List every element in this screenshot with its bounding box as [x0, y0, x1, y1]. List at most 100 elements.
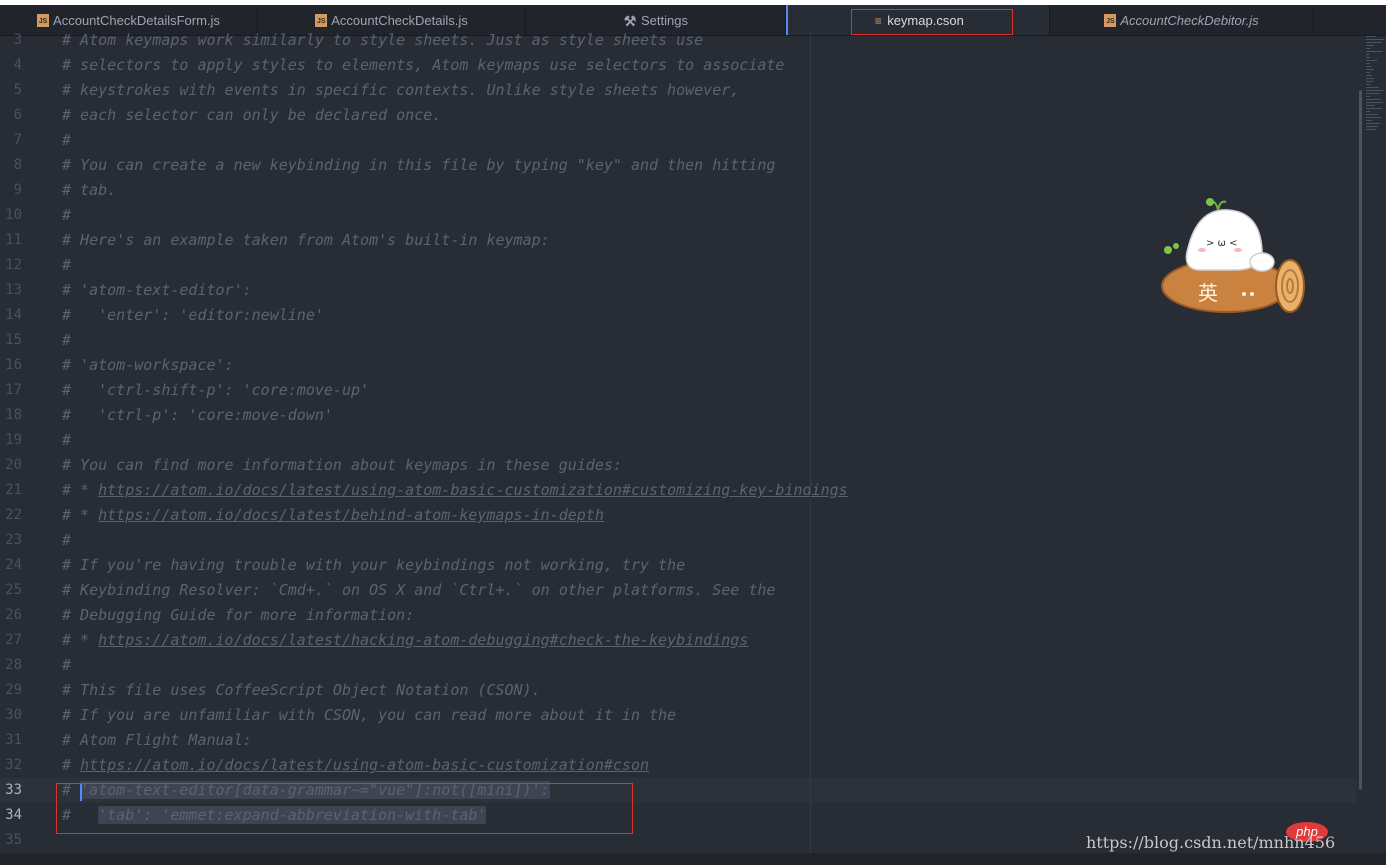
- code-line[interactable]: 28 #: [0, 653, 1356, 678]
- text-cursor: [80, 783, 82, 801]
- text-editor[interactable]: 3 # Atom keymaps work similarly to style …: [0, 31, 1362, 853]
- line-number: 6: [13, 107, 22, 123]
- line-number: 11: [5, 232, 22, 248]
- line-code: # each selector can only be declared onc…: [62, 106, 442, 124]
- line-number: 30: [5, 707, 22, 723]
- line-code: # 'atom-workspace':: [62, 356, 234, 374]
- code-line[interactable]: 25 # Keybinding Resolver: `Cmd+.` on OS X…: [0, 578, 1356, 603]
- line-code: # This file uses CoffeeScript Object Not…: [62, 681, 541, 699]
- status-bar: [0, 853, 1386, 865]
- js-file-icon: JS: [37, 13, 50, 27]
- js-file-icon: JS: [315, 13, 328, 27]
- line-code: #: [62, 531, 72, 549]
- code-line[interactable]: 21 # * https://atom.io/docs/latest/using-…: [0, 478, 1356, 503]
- tab-label: AccountCheckDetails.js: [331, 12, 468, 28]
- tab-label: Settings: [641, 12, 688, 28]
- line-code: # 'enter': 'editor:newline': [62, 306, 324, 324]
- url-link[interactable]: https://atom.io/docs/latest/using-atom-b…: [98, 481, 848, 499]
- code-line[interactable]: 29 # This file uses CoffeeScript Object N…: [0, 678, 1356, 703]
- database-icon: ≡: [874, 13, 882, 28]
- comment-prefix: # *: [62, 481, 99, 499]
- line-code: # You can create a new keybinding in thi…: [62, 156, 776, 174]
- code-line[interactable]: 27 # * https://atom.io/docs/latest/hackin…: [0, 628, 1356, 653]
- watermark: https://blog.csdn.net/mnhn456: [1086, 833, 1336, 852]
- line-number: 27: [5, 632, 22, 648]
- line-number: 5: [13, 82, 22, 98]
- url-link[interactable]: https://atom.io/docs/latest/behind-atom-…: [98, 506, 604, 524]
- line-code: #: [62, 431, 72, 449]
- js-file-icon: JS: [1104, 13, 1117, 27]
- line-number: 4: [13, 57, 22, 73]
- code-line[interactable]: 26 # Debugging Guide for more information…: [0, 603, 1356, 628]
- code-line[interactable]: 17 # 'ctrl-shift-p': 'core:move-up': [0, 378, 1356, 403]
- code-line[interactable]: 30 # If you are unfamiliar with CSON, you…: [0, 703, 1356, 728]
- line-code: # Atom Flight Manual:: [62, 731, 252, 749]
- line-code: # * https://atom.io/docs/latest/hacking-…: [62, 628, 748, 653]
- code-line[interactable]: 19 #: [0, 428, 1356, 453]
- tab-label: AccountCheckDetailsForm.js: [53, 12, 220, 28]
- line-code: # If you're having trouble with your key…: [62, 556, 686, 574]
- comment-prefix: #: [62, 806, 99, 824]
- tab-label: keymap.cson: [887, 12, 964, 28]
- code-line[interactable]: 3 # Atom keymaps work similarly to style …: [0, 31, 1356, 53]
- code-line[interactable]: 22 # * https://atom.io/docs/latest/behind…: [0, 503, 1356, 528]
- code-line[interactable]: 14 # 'enter': 'editor:newline': [0, 303, 1356, 328]
- code-line[interactable]: 5 # keystrokes with events in specific co…: [0, 78, 1356, 103]
- line-number: 15: [5, 332, 22, 348]
- line-number: 31: [5, 732, 22, 748]
- code-line[interactable]: 33 # 'atom-text-editor[data-grammar~="vue…: [0, 778, 1356, 803]
- wrap-guide: [810, 31, 811, 853]
- line-number: 34: [5, 807, 22, 823]
- line-number: 35: [5, 832, 22, 848]
- line-number: 33: [5, 782, 22, 798]
- code-line[interactable]: 6 # each selector can only be declared on…: [0, 103, 1356, 128]
- line-code: # keystrokes with events in specific con…: [62, 81, 740, 99]
- line-number: 17: [5, 382, 22, 398]
- line-number: 28: [5, 657, 22, 673]
- code-line[interactable]: 7 #: [0, 128, 1356, 153]
- code-line[interactable]: 8 # You can create a new keybinding in th…: [0, 153, 1356, 178]
- line-number: 21: [5, 482, 22, 498]
- line-number: 12: [5, 257, 22, 273]
- line-number: 7: [13, 132, 22, 148]
- line-number: 29: [5, 682, 22, 698]
- line-code: # If you are unfamiliar with CSON, you c…: [62, 706, 677, 724]
- code-line[interactable]: 20 # You can find more information about …: [0, 453, 1356, 478]
- code-line[interactable]: 15 #: [0, 328, 1356, 353]
- scrollbar-thumb[interactable]: [1359, 90, 1362, 790]
- code-line[interactable]: 23 #: [0, 528, 1356, 553]
- code-line[interactable]: 31 # Atom Flight Manual:: [0, 728, 1356, 753]
- code-line[interactable]: 32 # https://atom.io/docs/latest/using-at…: [0, 753, 1356, 778]
- comment-prefix: # *: [62, 506, 99, 524]
- code-line[interactable]: 4 # selectors to apply styles to elements…: [0, 53, 1356, 78]
- code-line[interactable]: 13 # 'atom-text-editor':: [0, 278, 1356, 303]
- url-link[interactable]: https://atom.io/docs/latest/using-atom-b…: [80, 756, 649, 774]
- code-line[interactable]: 16 # 'atom-workspace':: [0, 353, 1356, 378]
- line-number: 25: [5, 582, 22, 598]
- line-code: # 'atom-text-editor':: [62, 281, 252, 299]
- code-line[interactable]: 18 # 'ctrl-p': 'core:move-down': [0, 403, 1356, 428]
- comment-prefix: #: [62, 756, 81, 774]
- line-number: 20: [5, 457, 22, 473]
- line-number: 22: [5, 507, 22, 523]
- line-number: 26: [5, 607, 22, 623]
- code-line[interactable]: 34 # 'tab': 'emmet:expand-abbreviation-wi…: [0, 803, 1356, 828]
- code-line[interactable]: 10 #: [0, 203, 1356, 228]
- code-line[interactable]: 9 # tab.: [0, 178, 1356, 203]
- minimap[interactable]: [1366, 36, 1386, 146]
- line-number: 24: [5, 557, 22, 573]
- code-line[interactable]: 24 # If you're having trouble with your k…: [0, 553, 1356, 578]
- line-number: 13: [5, 282, 22, 298]
- line-number: 16: [5, 357, 22, 373]
- code-line[interactable]: 12 #: [0, 253, 1356, 278]
- line-code: # 'ctrl-p': 'core:move-down': [62, 406, 333, 424]
- line-number: 9: [13, 182, 22, 198]
- line-code: # Keybinding Resolver: `Cmd+.` on OS X a…: [62, 581, 776, 599]
- tools-icon: ⚒: [623, 12, 637, 29]
- line-code: #: [62, 131, 72, 149]
- line-number: 19: [5, 432, 22, 448]
- svg-text:> ω <: > ω <: [1206, 238, 1238, 249]
- code-line[interactable]: 11 # Here's an example taken from Atom's …: [0, 228, 1356, 253]
- url-link[interactable]: https://atom.io/docs/latest/hacking-atom…: [98, 631, 748, 649]
- comment-prefix: # *: [62, 631, 99, 649]
